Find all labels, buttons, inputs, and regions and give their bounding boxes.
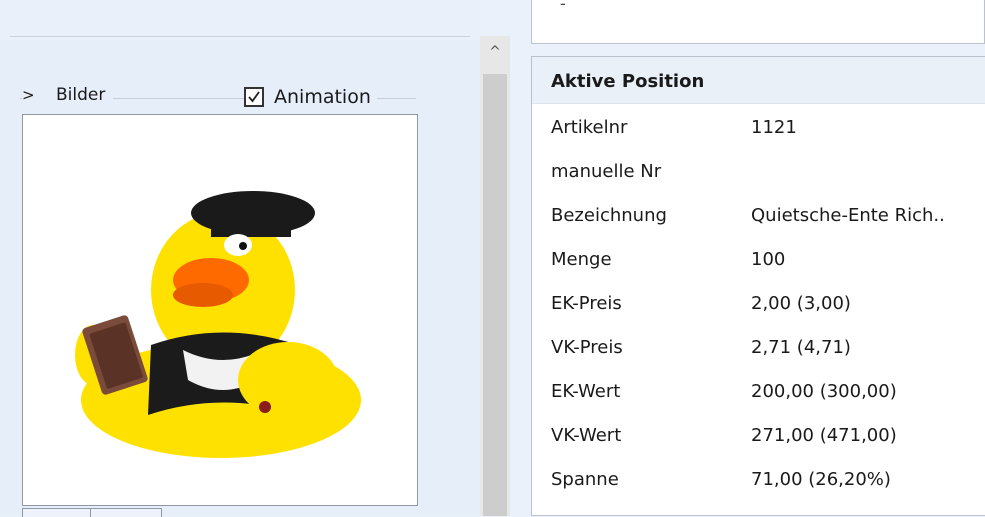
animation-label: Animation <box>274 86 371 108</box>
field-value: 2,00 (3,00) <box>751 293 851 314</box>
field-value: 2,71 (4,71) <box>751 337 851 358</box>
field-label: manuelle Nr <box>551 161 662 182</box>
field-label: Menge <box>551 249 612 270</box>
bilder-group-header[interactable]: > Bilder <box>22 85 114 105</box>
scroll-up-arrow-icon[interactable]: ^ <box>480 44 510 66</box>
row-ek-wert: EK-Wert 200,00 (300,00) <box>551 381 981 421</box>
scroll-thumb[interactable] <box>483 74 507 516</box>
field-label: EK-Wert <box>551 381 621 402</box>
animation-checkbox-group[interactable]: Animation <box>244 86 377 108</box>
field-value: Quietsche-Ente Rich.. <box>751 205 945 226</box>
field-value: 200,00 (300,00) <box>751 381 897 402</box>
field-value: 71,00 (26,20%) <box>751 469 891 490</box>
row-spanne: Spanne 71,00 (26,20%) <box>551 469 981 509</box>
left-pane: > Bilder Animation <box>0 0 480 517</box>
field-label: Spanne <box>551 469 619 490</box>
animation-checkbox[interactable] <box>244 87 264 107</box>
upper-panel-remnant: - <box>531 0 985 44</box>
active-position-panel: Aktive Position Artikelnr 1121 manuelle … <box>531 56 985 516</box>
row-menge: Menge 100 <box>551 249 981 289</box>
row-vk-wert: VK-Wert 271,00 (471,00) <box>551 425 981 465</box>
field-label: VK-Preis <box>551 337 623 358</box>
field-label: VK-Wert <box>551 425 622 446</box>
panel-title: Aktive Position <box>551 71 705 92</box>
top-strip <box>0 0 480 40</box>
row-ek-preis: EK-Preis 2,00 (3,00) <box>551 293 981 333</box>
field-value: 100 <box>751 249 786 270</box>
field-label: Artikelnr <box>551 117 628 138</box>
row-manuelle-nr: manuelle Nr <box>551 161 981 201</box>
checkmark-icon <box>248 91 260 103</box>
row-bezeichnung: Bezeichnung Quietsche-Ente Rich.. <box>551 205 981 245</box>
cut-off-text: - <box>560 0 566 13</box>
expand-chevron-icon[interactable]: > <box>22 86 35 104</box>
rubber-duck-image <box>75 191 361 458</box>
image-preview <box>22 114 418 506</box>
field-value: 1121 <box>751 117 797 138</box>
bilder-label: Bilder <box>55 85 106 105</box>
row-vk-preis: VK-Preis 2,71 (4,71) <box>551 337 981 377</box>
field-label: Bezeichnung <box>551 205 667 226</box>
field-value: 271,00 (471,00) <box>751 425 897 446</box>
vertical-scrollbar[interactable]: ^ <box>480 36 510 516</box>
field-label: EK-Preis <box>551 293 622 314</box>
row-artikelnr: Artikelnr 1121 <box>551 117 981 157</box>
